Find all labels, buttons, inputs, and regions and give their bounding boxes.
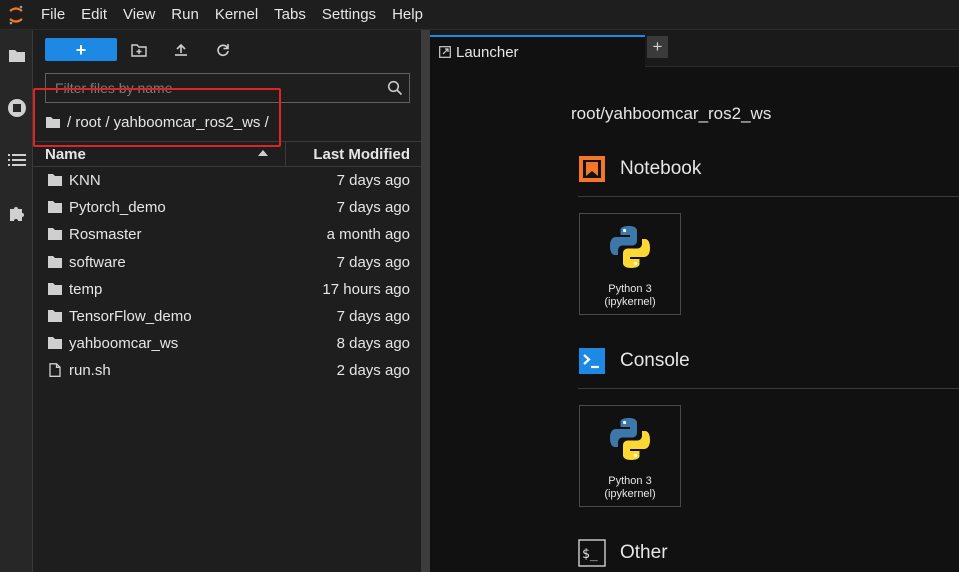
- plus-icon: +: [652, 37, 663, 56]
- kernel-name: Python 3: [608, 283, 652, 295]
- list-item[interactable]: run.sh 2 days ago: [33, 357, 421, 384]
- folder-icon: [48, 228, 62, 241]
- file-icon: [49, 363, 61, 378]
- file-modified: 17 hours ago: [322, 280, 410, 298]
- launcher-path: root/yahboomcar_ros2_ws: [571, 104, 772, 123]
- list-item[interactable]: Rosmaster a month ago: [33, 221, 421, 248]
- plus-icon: +: [75, 39, 87, 60]
- file-browser: + / root / yahboomcar_ros2_ws / Name Las…: [33, 30, 421, 572]
- menu-bar: File Edit View Run Kernel Tabs Settings …: [0, 0, 959, 30]
- file-modified: 7 days ago: [336, 199, 410, 217]
- jupyter-logo-icon: [0, 0, 32, 30]
- card-label: Python 3 (ipykernel): [604, 283, 655, 309]
- table-of-contents-icon[interactable]: [0, 145, 33, 175]
- console-python3-card[interactable]: Python 3 (ipykernel): [579, 405, 681, 507]
- list-item[interactable]: temp 17 hours ago: [33, 276, 421, 303]
- tab-bar: Launcher +: [430, 30, 959, 67]
- file-name: Pytorch_demo: [69, 199, 166, 217]
- folder-icon: [48, 201, 62, 214]
- notebook-section-title: Notebook: [578, 155, 701, 183]
- list-item[interactable]: Pytorch_demo 7 days ago: [33, 194, 421, 221]
- main-area: Launcher + root/yahboomcar_ros2_ws Noteb…: [430, 30, 959, 572]
- file-modified: 8 days ago: [336, 335, 410, 353]
- kernel-spec: (ipykernel): [604, 296, 656, 308]
- folder-icon: [48, 282, 62, 295]
- panel-splitter[interactable]: [421, 30, 430, 572]
- list-item[interactable]: yahboomcar_ws 8 days ago: [33, 330, 421, 357]
- kernel-name: Python 3: [608, 475, 652, 487]
- sort-ascending-icon[interactable]: [258, 150, 268, 156]
- menu-view[interactable]: View: [115, 0, 163, 30]
- menu-kernel[interactable]: Kernel: [207, 0, 266, 30]
- upload-icon[interactable]: [170, 39, 192, 61]
- breadcrumb-path[interactable]: / root / yahboomcar_ros2_ws /: [67, 114, 269, 131]
- card-label: Python 3 (ipykernel): [604, 475, 655, 501]
- new-folder-icon[interactable]: [128, 39, 150, 61]
- home-folder-icon[interactable]: [45, 116, 61, 129]
- file-list-header: Name Last Modified: [33, 141, 421, 167]
- folder-icon: [48, 255, 62, 268]
- file-modified: a month ago: [326, 226, 410, 244]
- file-list: KNN 7 days ago Pytorch_demo 7 days ago R…: [33, 167, 421, 385]
- activity-bar: [0, 30, 33, 572]
- section-divider: [578, 196, 959, 197]
- filter-files-input[interactable]: [46, 74, 376, 102]
- folder-icon: [48, 309, 62, 322]
- folder-icon: [48, 337, 62, 350]
- tab-launcher[interactable]: Launcher: [430, 35, 645, 67]
- menu-settings[interactable]: Settings: [314, 0, 384, 30]
- new-launcher-button[interactable]: +: [45, 38, 117, 61]
- add-tab-button[interactable]: +: [647, 36, 668, 58]
- console-section-title: Console: [578, 347, 690, 375]
- file-name: KNN: [69, 172, 101, 189]
- python-logo-icon: [610, 226, 650, 268]
- tab-label: Launcher: [456, 43, 519, 61]
- notebook-python3-card[interactable]: Python 3 (ipykernel): [579, 213, 681, 315]
- column-divider[interactable]: [285, 142, 286, 166]
- section-divider: [578, 388, 959, 389]
- list-item[interactable]: software 7 days ago: [33, 249, 421, 276]
- refresh-icon[interactable]: [212, 39, 234, 61]
- file-name: yahboomcar_ws: [69, 335, 179, 353]
- file-name: Rosmaster: [69, 226, 142, 244]
- menu-file[interactable]: File: [32, 0, 73, 30]
- list-item[interactable]: TensorFlow_demo 7 days ago: [33, 303, 421, 330]
- file-modified: 7 days ago: [336, 172, 410, 189]
- python-logo-icon: [610, 418, 650, 460]
- console-icon: [578, 347, 606, 375]
- other-section-label: Other: [620, 542, 668, 563]
- file-name: run.sh: [69, 362, 111, 380]
- menu-tabs[interactable]: Tabs: [266, 0, 314, 30]
- file-modified: 7 days ago: [336, 307, 410, 325]
- menu-run[interactable]: Run: [163, 0, 207, 30]
- file-name: TensorFlow_demo: [69, 307, 192, 325]
- launcher-icon: [439, 46, 451, 58]
- file-name: software: [69, 253, 126, 271]
- menu-edit[interactable]: Edit: [73, 0, 115, 30]
- column-name[interactable]: Name: [45, 146, 86, 163]
- extension-puzzle-icon[interactable]: [0, 198, 33, 228]
- notebook-section-label: Notebook: [620, 158, 702, 179]
- file-modified: 7 days ago: [336, 253, 410, 271]
- file-modified: 2 days ago: [336, 362, 410, 380]
- file-name: temp: [69, 280, 103, 298]
- file-browser-toolbar: +: [33, 30, 421, 70]
- notebook-icon: [578, 155, 606, 183]
- folder-icon[interactable]: [0, 40, 33, 70]
- running-kernels-icon[interactable]: [0, 93, 33, 123]
- svg-text:$_: $_: [582, 547, 598, 562]
- terminal-icon: $_: [578, 539, 606, 567]
- kernel-spec: (ipykernel): [604, 488, 656, 500]
- breadcrumb[interactable]: / root / yahboomcar_ros2_ws /: [45, 111, 269, 133]
- folder-icon: [48, 174, 62, 186]
- filter-files-field[interactable]: [45, 73, 410, 103]
- search-icon: [387, 80, 403, 96]
- other-section-title: $_ Other: [578, 539, 668, 567]
- column-last-modified[interactable]: Last Modified: [313, 146, 410, 163]
- console-section-label: Console: [620, 350, 690, 371]
- list-item[interactable]: KNN 7 days ago: [33, 167, 421, 194]
- menu-help[interactable]: Help: [384, 0, 431, 30]
